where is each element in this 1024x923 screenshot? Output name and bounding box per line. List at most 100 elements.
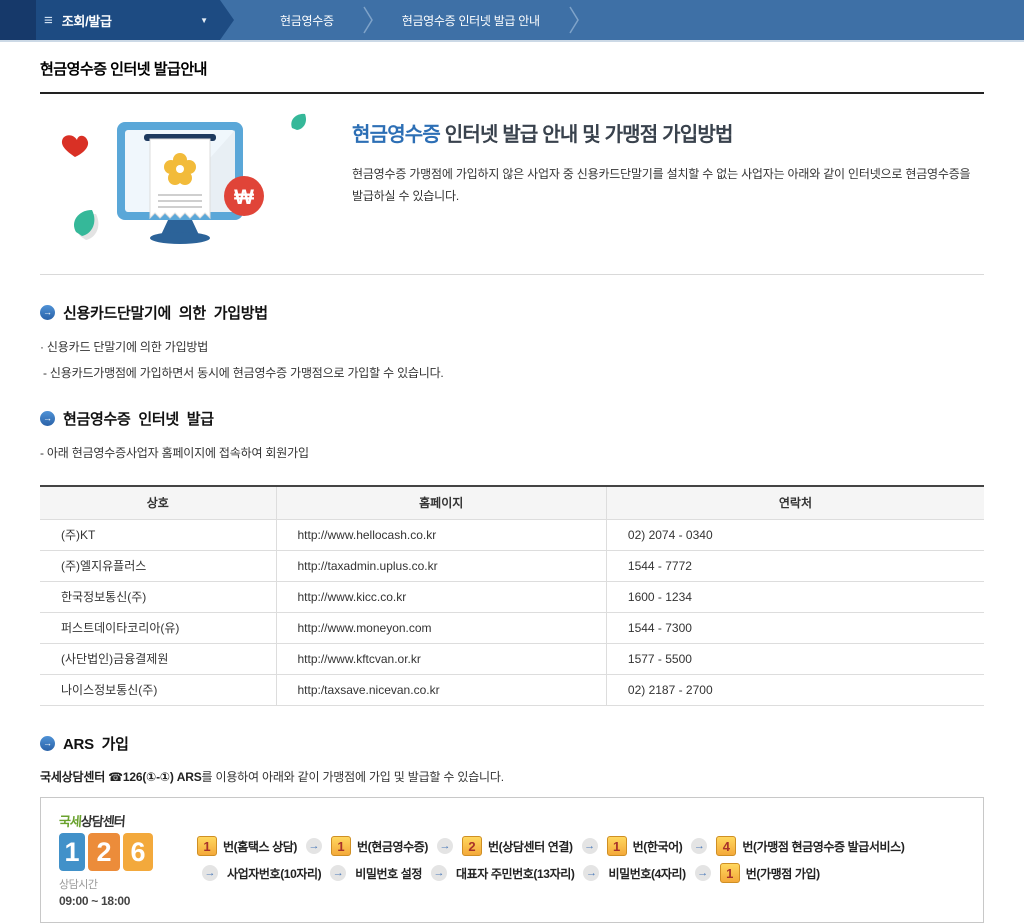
issuer-phone-cell: 1544 - 7300 <box>605 612 984 644</box>
step-label: 대표자 주민번호(13자리) <box>456 866 575 881</box>
page-title: 현금영수증 인터넷 발급안내 <box>40 61 207 78</box>
ars-steps: 1 번(홈택스 상담) → 1 번(현금영수증) → 2 번(상담센터 연결) → 1 번(한국어)… <box>195 829 969 890</box>
ars-step: 1 번(한국어) <box>606 836 683 856</box>
issuer-phone-cell: 02) 2074 - 0340 <box>605 519 984 551</box>
step-label: 번(가맹점 가입) <box>745 866 820 881</box>
ars-intro: 국세상담센터 ☎126(①-①) ARS를 이용하여 아래와 같이 가맹점에 가… <box>40 768 984 785</box>
chevron-down-icon: ▼ <box>200 15 208 25</box>
logo-digit-1: 1 <box>59 833 85 871</box>
column-header: 연락처 <box>605 486 984 520</box>
step-label: 비밀번호 설정 <box>355 866 423 881</box>
ars-step: 대표자 주민번호(13자리) <box>456 865 575 882</box>
column-header: 상호 <box>40 486 276 520</box>
arrow-circle-icon: → <box>40 305 55 320</box>
cash-receipt-illustration: ₩ <box>61 113 307 244</box>
arrow-circle-icon: → <box>40 735 55 751</box>
hero-heading: 현금영수증 인터넷 발급 안내 및 가맹점 가입방법 <box>352 118 984 147</box>
step-label: 사업자번호(10자리) <box>227 866 322 881</box>
issuer-name-cell: 한국정보통신(주) <box>40 581 276 613</box>
issuer-phone-cell: 02) 2187 - 2700 <box>605 674 984 706</box>
step-number-badge: 2 <box>462 836 483 856</box>
hours-value: 09:00 ~ 18:00 <box>59 894 131 908</box>
section-card-terminal-heading: → 신용카드단말기에 의한 가입방법 <box>40 302 984 323</box>
issuer-homepage-cell: http://www.hellocash.co.kr <box>275 519 607 551</box>
ars-step: 4 번(가맹점 현금영수증 발급서비스) <box>716 836 905 856</box>
ars-guide-box: 국세상담센터 1 2 6 상담시간 09:00 ~ 18:00 1 번(홈택스 상… <box>40 796 984 923</box>
issuer-name-cell: (주)KT <box>40 519 276 551</box>
logo-digit-6: 6 <box>123 833 153 871</box>
issuer-table-body: (주)KT http://www.hellocash.co.kr 02) 2074 … <box>40 519 984 706</box>
table-row: (사단법인)금융결제원 http://www.kftcvan.or.kr 1577 … <box>40 643 984 675</box>
breadcrumb-separator-icon <box>569 6 579 34</box>
ars-step: 1 번(홈택스 상담) <box>197 836 297 856</box>
page-title-block: 현금영수증 인터넷 발급안내 <box>40 42 984 94</box>
issuer-homepage-cell: http://www.kicc.co.kr <box>275 581 607 613</box>
svg-text:₩: ₩ <box>234 186 254 209</box>
column-header: 홈페이지 <box>275 486 607 520</box>
hours-label: 상담시간 <box>59 879 98 891</box>
card-terminal-line2: - 신용카드가맹점에 가입하면서 동시에 현금영수증 가맹점으로 가입할 수 있… <box>43 366 444 380</box>
hero-heading-highlight: 현금영수증 <box>352 124 441 146</box>
issuer-phone-cell: 1544 - 7772 <box>605 550 984 582</box>
ars-intro-rest: 를 이용하여 아래와 같이 가맹점에 가입 및 발급할 수 있습니다. <box>201 769 505 784</box>
ars-intro-bold: 국세상담센터 ☎126(①-①) ARS <box>40 769 202 784</box>
issuer-table: 상호 홈페이지 연락처 (주)KT http://www.hellocash.co.k… <box>40 485 984 706</box>
arrow-right-icon: → <box>431 865 448 881</box>
step-number-badge: 1 <box>606 836 627 856</box>
logo-title: 국세상담센터 <box>58 811 173 830</box>
issuer-name-cell: (주)엘지유플러스 <box>40 550 276 582</box>
menu-dropdown[interactable]: ≡ 조회/발급 ▼ <box>36 0 234 40</box>
arrow-right-icon: → <box>691 838 708 854</box>
hero-description: 현금영수증 가맹점에 가입하지 않은 사업자 중 신용카드단말기를 설치할 수 … <box>352 167 971 203</box>
breadcrumb-item-internet-issue-guide[interactable]: 현금영수증 인터넷 발급 안내 <box>374 12 568 29</box>
arrow-right-icon: → <box>437 838 454 854</box>
hero-section: ₩ 현금영수증 인터넷 발급 안내 및 가맹점 가입방법 현금영수증 가맹점에 … <box>40 94 984 275</box>
arrow-right-icon: → <box>202 865 218 881</box>
ars-step: 2 번(상담센터 연결) <box>462 836 573 856</box>
arrow-right-icon: → <box>581 838 598 854</box>
breadcrumb-item-cash-receipt[interactable]: 현금영수증 <box>252 12 362 29</box>
section-title: ARS 가입 <box>63 735 129 753</box>
ars-steps-line2: → 사업자번호(10자리) → 비밀번호 설정 → 대표자 주민번호(13자리) → 비밀번호… <box>195 863 969 883</box>
nav-left-strip <box>0 0 36 40</box>
step-number-badge: 4 <box>716 836 737 856</box>
ars-step: 사업자번호(10자리) <box>227 865 322 882</box>
step-label: 번(한국어) <box>632 839 683 854</box>
arrow-circle-icon: → <box>40 411 55 426</box>
breadcrumb-separator-icon <box>363 6 373 34</box>
issuer-homepage-cell: http://www.moneyon.com <box>275 612 607 644</box>
step-label: 번(상담센터 연결) <box>488 839 573 854</box>
ars-step: 비밀번호 설정 <box>355 865 422 882</box>
table-header-row: 상호 홈페이지 연락처 <box>40 486 984 520</box>
section-title: 신용카드단말기에 의한 가입방법 <box>63 305 268 322</box>
logo-title-dark: 상담센터 <box>80 814 126 829</box>
table-row: (주)KT http://www.hellocash.co.kr 02) 2074 … <box>40 519 984 551</box>
arrow-right-icon: → <box>694 865 711 881</box>
table-row: 한국정보통신(주) http://www.kicc.co.kr 1600 - 123… <box>40 581 984 613</box>
section-internet-issue-heading: → 현금영수증 인터넷 발급 <box>40 408 984 429</box>
internet-issue-line1: - 아래 현금영수증사업자 홈페이지에 접속하여 회원가입 <box>40 446 309 460</box>
step-number-badge: 1 <box>719 863 740 883</box>
issuer-homepage-cell: http:/taxsave.nicevan.co.kr <box>275 674 607 706</box>
card-terminal-line1: · 신용카드 단말기에 의한 가입방법 <box>40 340 209 354</box>
table-row: 퍼스트데이타코리아(유) http://www.moneyon.com 1544 -… <box>40 612 984 644</box>
issuer-phone-cell: 1577 - 5500 <box>605 643 984 675</box>
issuer-name-cell: 나이스정보통신(주) <box>40 674 276 706</box>
issuer-name-cell: (사단법인)금융결제원 <box>40 643 276 675</box>
logo-title-green: 국세 <box>58 814 82 829</box>
step-label: 비밀번호(4자리) <box>608 866 686 881</box>
section-ars-heading: → ARS 가입 <box>40 733 984 754</box>
arrow-right-icon: → <box>305 838 322 854</box>
arrow-right-icon: → <box>583 865 600 881</box>
step-label: 번(가맹점 현금영수증 발급서비스) <box>742 839 905 854</box>
call-center-126-logo: 국세상담센터 1 2 6 상담시간 09:00 ~ 18:00 <box>55 811 173 908</box>
hero-heading-rest: 인터넷 발급 안내 및 가맹점 가입방법 <box>440 124 734 146</box>
ars-step: 1 번(가맹점 가입) <box>719 863 820 883</box>
ars-step: 비밀번호(4자리) <box>608 865 686 882</box>
hero-text: 현금영수증 인터넷 발급 안내 및 가맹점 가입방법 현금영수증 가맹점에 가입… <box>352 108 984 207</box>
issuer-phone-cell: 1600 - 1234 <box>605 581 984 613</box>
table-row: (주)엘지유플러스 http://taxadmin.uplus.co.kr 1544… <box>40 550 984 582</box>
issuer-name-cell: 퍼스트데이타코리아(유) <box>40 612 276 644</box>
ars-steps-line1: 1 번(홈택스 상담) → 1 번(현금영수증) → 2 번(상담센터 연결) → 1 번(한국어)… <box>195 836 969 856</box>
table-row: 나이스정보통신(주) http:/taxsave.nicevan.co.kr 02)… <box>40 674 984 706</box>
